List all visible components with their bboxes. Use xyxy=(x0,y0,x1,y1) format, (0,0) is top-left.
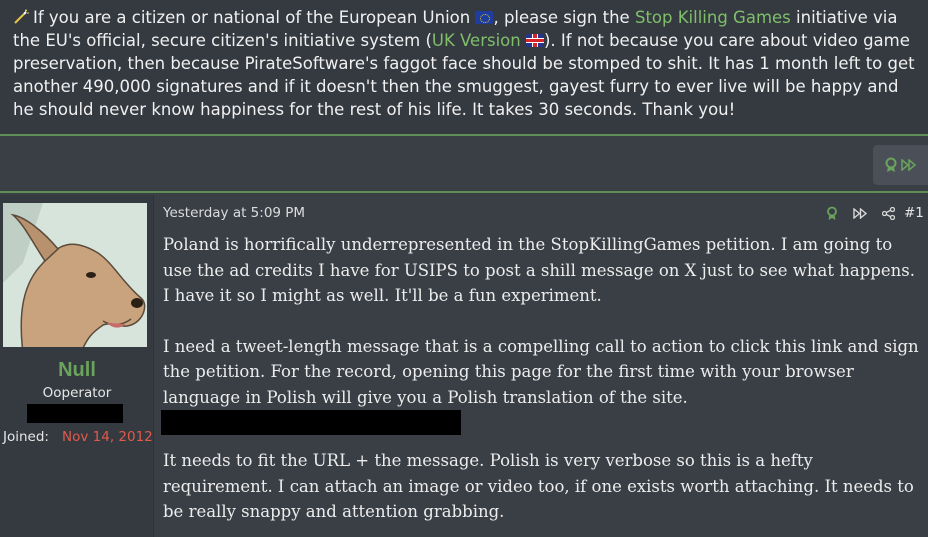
post-number-link[interactable]: #1 xyxy=(904,205,924,221)
award-icon xyxy=(885,157,897,172)
user-title: Ooperator xyxy=(42,385,112,401)
share-icon xyxy=(881,206,895,220)
notice-text-1: If you are a citizen or national of the … xyxy=(33,8,471,27)
redacted-link xyxy=(161,410,461,435)
dog-avatar-image xyxy=(3,203,147,347)
redacted-banner xyxy=(27,404,123,423)
stop-killing-games-link[interactable]: Stop Killing Games xyxy=(635,8,791,27)
notice-text-2: , please sign the xyxy=(493,8,630,27)
thread-toolbar xyxy=(0,138,928,193)
post-body: Poland is horrifically underrepresented … xyxy=(161,232,923,525)
post-date[interactable]: Yesterday at 5:09 PM xyxy=(163,205,305,221)
notice-banner: If you are a citizen or national of the … xyxy=(0,0,928,136)
magic-wand-icon xyxy=(14,9,29,24)
post-paragraph: Poland is horrifically underrepresented … xyxy=(163,235,915,305)
post-actions: #1 xyxy=(818,204,924,222)
username[interactable]: Null xyxy=(0,359,154,382)
avatar[interactable] xyxy=(3,203,147,347)
post-paragraph: It needs to fit the URL + the message. P… xyxy=(163,451,914,521)
post-paragraph: I need a tweet-length message that is a … xyxy=(163,336,919,407)
joined-label: Joined: xyxy=(3,429,49,445)
fast-forward-button[interactable] xyxy=(846,204,874,222)
uk-version-link[interactable]: UK Version xyxy=(432,31,521,50)
share-button[interactable] xyxy=(874,204,902,222)
joined-date: Nov 14, 2012 xyxy=(62,429,153,445)
award-icon xyxy=(827,206,837,220)
thread-tools-button[interactable] xyxy=(873,145,928,185)
fast-forward-icon xyxy=(852,207,867,219)
post-author-cell: Null Ooperator Joined: Nov 14, 2012 xyxy=(0,195,154,537)
post: Null Ooperator Joined: Nov 14, 2012 Yest… xyxy=(0,195,928,537)
award-button[interactable] xyxy=(818,204,846,222)
uk-flag-icon xyxy=(525,34,544,47)
fast-forward-icon xyxy=(901,159,917,171)
eu-flag-icon xyxy=(475,11,494,24)
